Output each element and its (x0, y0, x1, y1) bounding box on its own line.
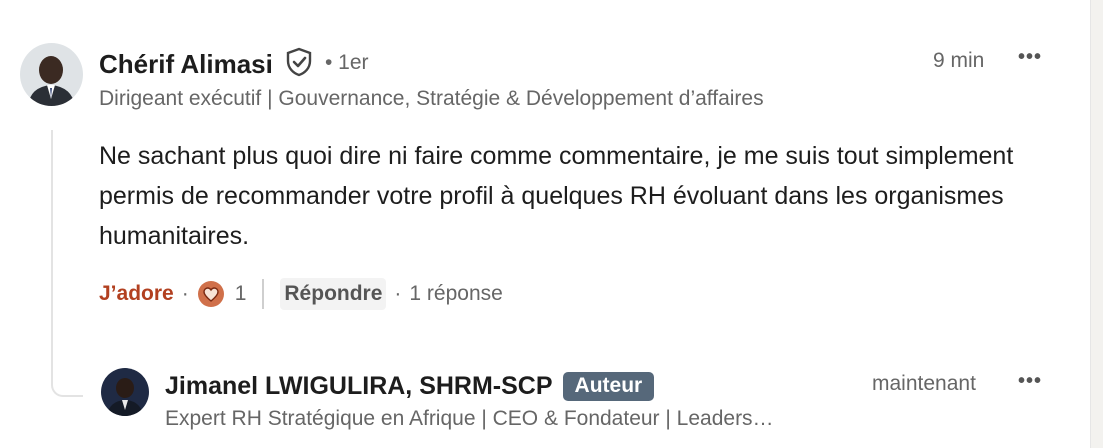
reply-author-avatar[interactable] (101, 368, 149, 416)
reply-author-name-text[interactable]: Jimanel LWIGULIRA, SHRM-SCP (165, 372, 553, 400)
thread-connector-line (51, 130, 83, 397)
comment-timestamp: 9 min (933, 49, 985, 72)
actions-divider (262, 279, 265, 309)
comment-text: Ne sachant plus quoi dire ni faire comme… (99, 142, 1014, 250)
separator-dot: · (394, 282, 402, 305)
reply-timestamp: maintenant (872, 372, 976, 395)
reaction-count[interactable]: 1 (235, 282, 247, 306)
separator-dot: · (181, 282, 189, 305)
reply-count[interactable]: 1 réponse (409, 282, 502, 306)
heart-reaction-icon[interactable] (197, 280, 225, 308)
page-scroll-edge (1090, 0, 1103, 448)
comment-more-options-icon[interactable]: ••• (1018, 46, 1042, 69)
connection-degree: • 1er (325, 51, 369, 74)
comment-author-headline: Dirigeant exécutif | Gouvernance, Straté… (99, 87, 764, 110)
reply-author-headline: Expert RH Stratégique en Afrique | CEO &… (165, 407, 774, 430)
verified-shield-icon (285, 47, 313, 82)
reply-author-name[interactable]: Jimanel LWIGULIRA, SHRM-SCP Auteur (165, 372, 655, 401)
reply-button[interactable]: Répondre (280, 278, 387, 310)
like-button[interactable]: J’adore (99, 282, 174, 306)
author-badge: Auteur (562, 372, 655, 401)
comment-actions-bar: J’adore · 1 Répondre · 1 réponse (99, 276, 503, 312)
comment-author-avatar[interactable] (20, 43, 83, 106)
comment-author-name[interactable]: Chérif Alimasi (99, 49, 273, 80)
reply-more-options-icon[interactable]: ••• (1018, 370, 1042, 393)
